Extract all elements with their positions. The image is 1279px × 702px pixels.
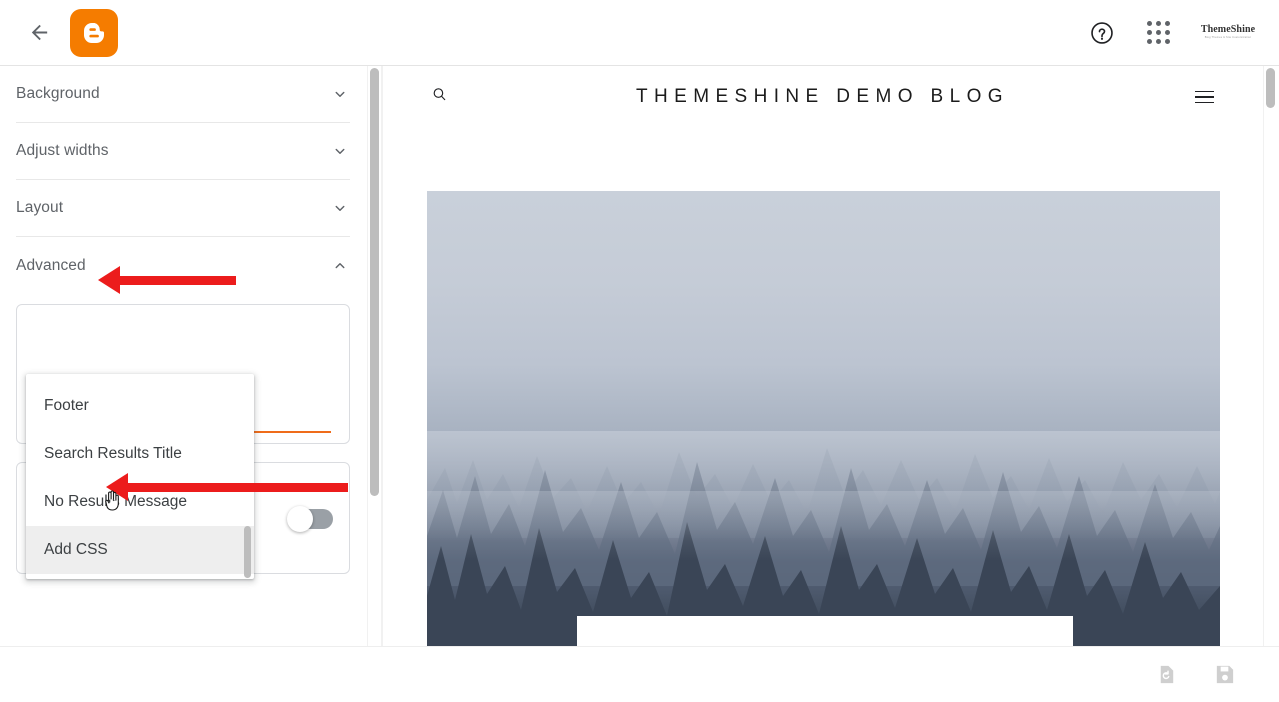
- blogger-b-glyph: [84, 22, 104, 43]
- featured-kicker: FEATURED: [577, 644, 1073, 646]
- bottom-action-bar: [0, 646, 1279, 702]
- account-tagline: Blog Themes & Site Customization: [1204, 36, 1252, 39]
- hamburger-menu-icon[interactable]: [1195, 90, 1214, 104]
- chevron-down-icon: [330, 84, 350, 104]
- save-icon: [1216, 665, 1233, 684]
- element-selector-dropdown: Footer Search Results Title No Results M…: [26, 374, 254, 579]
- sidebar-item-label: Layout: [16, 199, 64, 216]
- customizer-sidebar: Background Adjust widths Layout Advanced: [0, 66, 366, 646]
- blog-header: THEMESHINE DEMO BLOG: [383, 66, 1262, 128]
- sidebar-item-layout[interactable]: Layout: [16, 180, 350, 237]
- foggy-forest-image: [427, 191, 1220, 646]
- blogger-theme-customizer: ThemeShine Blog Themes & Site Customizat…: [0, 0, 1279, 702]
- topbar-actions: ThemeShine Blog Themes & Site Customizat…: [1087, 18, 1257, 48]
- preview-scrollbar-thumb[interactable]: [1266, 68, 1275, 108]
- dropdown-item-footer[interactable]: Footer: [26, 382, 254, 430]
- save-button[interactable]: [1211, 662, 1237, 688]
- back-button[interactable]: [22, 16, 56, 50]
- blog-preview: THEMESHINE DEMO BLOG: [382, 66, 1262, 646]
- dropdown-item-label: Add CSS: [44, 541, 108, 558]
- dropdown-item-no-results-message[interactable]: No Results Message: [26, 478, 254, 526]
- toggle-knob: [287, 506, 313, 532]
- search-icon[interactable]: [431, 86, 448, 108]
- top-app-bar: ThemeShine Blog Themes & Site Customizat…: [0, 0, 1279, 66]
- dropdown-item-add-css[interactable]: Add CSS: [26, 526, 254, 574]
- revert-changes-icon: [1160, 665, 1173, 684]
- dropdown-item-label: No Results Message: [44, 493, 188, 510]
- dropdown-item-search-results-title[interactable]: Search Results Title: [26, 430, 254, 478]
- featured-post-card[interactable]: FEATURED Foggy Forest: [577, 616, 1073, 646]
- revert-changes-button[interactable]: [1153, 662, 1179, 688]
- sidebar-item-background[interactable]: Background: [16, 66, 350, 123]
- sidebar-item-label: Advanced: [16, 256, 86, 274]
- chevron-down-icon: [330, 198, 350, 218]
- transparent-toggle[interactable]: [287, 506, 333, 532]
- help-circle-icon: [1091, 21, 1113, 44]
- account-name: ThemeShine: [1200, 24, 1256, 36]
- sidebar-item-label: Adjust widths: [16, 142, 109, 159]
- chevron-up-icon: [330, 256, 350, 276]
- sidebar-scrollbar-thumb[interactable]: [370, 68, 379, 496]
- blog-title: THEMESHINE DEMO BLOG: [636, 86, 1009, 107]
- sidebar-item-label: Background: [16, 85, 100, 102]
- help-button[interactable]: [1087, 18, 1117, 48]
- dropdown-item-label: Footer: [44, 397, 89, 414]
- preview-scrollbar-track[interactable]: [1263, 66, 1279, 646]
- dropdown-item-label: Search Results Title: [44, 445, 182, 462]
- hero-slider: FEATURED Foggy Forest: [427, 191, 1220, 646]
- blogger-logo-icon[interactable]: [70, 8, 118, 57]
- account-avatar[interactable]: ThemeShine Blog Themes & Site Customizat…: [1199, 18, 1257, 48]
- sidebar-item-adjust-widths[interactable]: Adjust widths: [16, 123, 350, 180]
- apps-grid-icon[interactable]: [1145, 20, 1171, 46]
- sidebar-item-advanced[interactable]: Advanced: [16, 237, 350, 294]
- dropdown-scrollbar-thumb[interactable]: [244, 526, 251, 578]
- chevron-down-icon: [330, 141, 350, 161]
- accordion-sections: Background Adjust widths Layout Advanced: [0, 66, 366, 294]
- arrow-left-icon: [31, 24, 47, 41]
